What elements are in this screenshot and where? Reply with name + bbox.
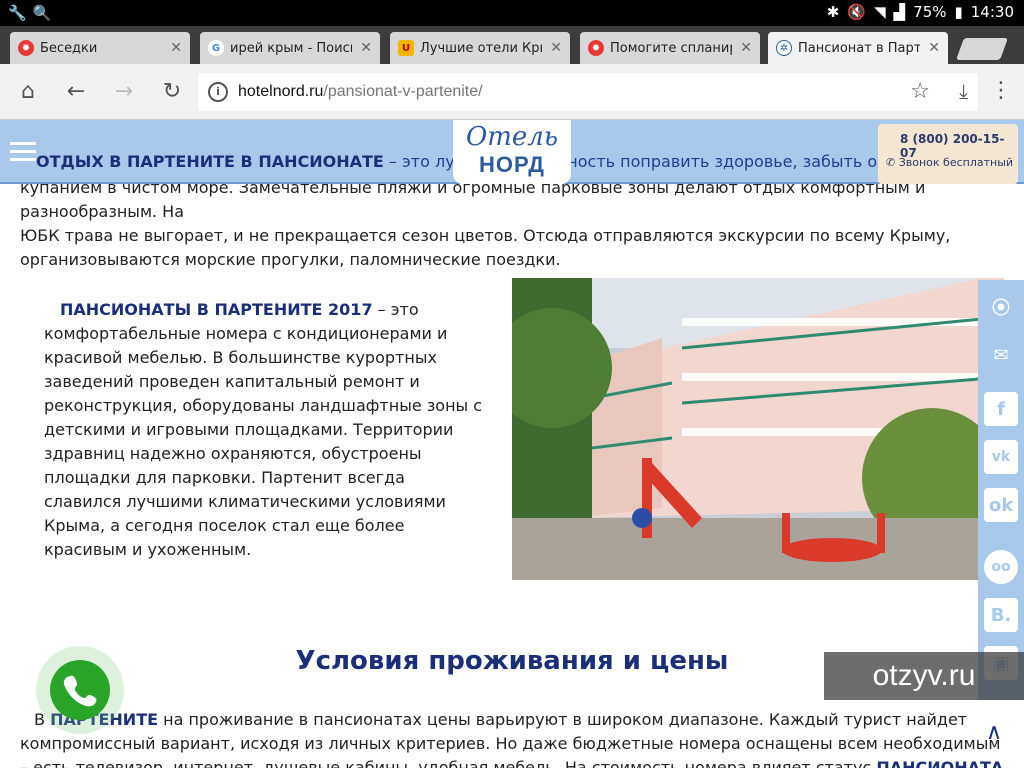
phone-handset-icon (63, 675, 97, 707)
close-icon[interactable]: ✕ (928, 40, 940, 56)
back-icon[interactable]: ← (62, 78, 90, 106)
clock: 14:30 (970, 3, 1014, 21)
mail-icon[interactable]: ✉ (984, 338, 1018, 372)
battery-icon: ▮ (954, 3, 963, 21)
logo-script: Отель (465, 122, 559, 152)
tab-strip: ✹ Беседки ✕ G ирей крым - Поиск ✕ U Лучш… (0, 26, 1024, 64)
address-bar[interactable]: i hotelnord.ru/pansionat-v-partenite/ ☆ … (198, 73, 978, 111)
tab-title: Беседки (40, 40, 98, 56)
browser-toolbar: ⌂ ← → ↻ i hotelnord.ru/pansionat-v-parte… (0, 64, 1024, 120)
download-icon[interactable]: ⤓ (959, 79, 968, 103)
battery-percent: 75% (913, 3, 947, 21)
google-icon: G (208, 40, 224, 56)
hamburger-menu-icon[interactable] (10, 142, 36, 166)
logo-wordmark: НОРД (479, 152, 545, 177)
forward-icon[interactable]: → (110, 78, 138, 106)
phone-icon: ✆ (886, 156, 899, 169)
p2-text: – это комфортабельные номера с кондицион… (44, 300, 483, 559)
url-path: /pansionat-v-partenite/ (323, 83, 483, 100)
call-button[interactable] (50, 660, 110, 720)
scroll-to-top-icon[interactable]: ∧ (986, 720, 1002, 745)
intro-paragraph: купанием в чистом море. Замечательные пл… (20, 176, 1010, 272)
home-icon[interactable]: ⌂ (14, 78, 42, 106)
bluetooth-icon: ✱ (826, 3, 840, 21)
site-header: ОТДЫХ В ПАРТЕНИТЕ В ПАНСИОНАТЕ – это луч… (0, 120, 1024, 184)
pansionat-paragraph: ПАНСИОНАТЫ В ПАРТЕНИТЕ 2017 – это комфор… (44, 298, 484, 562)
map-pin-icon[interactable]: ⦿ (984, 290, 1018, 324)
facebook-icon[interactable]: f (984, 392, 1018, 426)
globe-icon: ✲ (776, 40, 792, 56)
tripadvisor-icon[interactable]: oo (984, 550, 1018, 584)
text-line: ЮБК трава не выгорает, и не прекращается… (20, 226, 951, 245)
phone-box[interactable]: 8 (800) 200-15-07 ✆ Звонок бесплатный (878, 124, 1018, 184)
web-page: купанием в чистом море. Замечательные пл… (0, 120, 1024, 768)
wifi-icon: ◥ (874, 3, 886, 21)
overflow-menu-icon[interactable]: ⋮ (990, 78, 1012, 106)
watermark: otzyv.ru (824, 652, 1024, 700)
search-icon: 🔍 (32, 4, 52, 22)
tab-title: Пансионат в Парте (798, 40, 921, 56)
close-icon[interactable]: ✕ (550, 40, 562, 56)
text-line: организовываются морские прогулки, палом… (20, 250, 561, 269)
tab-title: Лучшие отели Крым (420, 40, 542, 56)
phone-note-text: Звонок бесплатный (898, 156, 1014, 169)
red-gear-icon: ✹ (18, 40, 34, 56)
odnoklassniki-icon[interactable]: ok (984, 488, 1018, 522)
tab-3[interactable]: U Лучшие отели Крым ✕ (390, 32, 570, 64)
u-icon: U (398, 40, 414, 56)
close-icon[interactable]: ✕ (740, 40, 752, 56)
tab-title: Помогите спланиро (610, 40, 733, 56)
p3-start: В (34, 710, 51, 729)
pansionat-photo (512, 278, 1004, 580)
bookmark-star-icon[interactable]: ☆ (910, 79, 930, 104)
p2-bold: ПАНСИОНАТЫ В ПАРТЕНИТЕ 2017 (60, 300, 373, 319)
url-host: hotelnord.ru (238, 83, 324, 100)
vk-icon[interactable]: vk (984, 440, 1018, 474)
tab-2[interactable]: G ирей крым - Поиск ✕ (200, 32, 380, 64)
close-icon[interactable]: ✕ (360, 40, 372, 56)
tab-1[interactable]: ✹ Беседки ✕ (10, 32, 190, 64)
reload-icon[interactable]: ↻ (158, 78, 186, 106)
info-icon[interactable]: i (208, 82, 228, 102)
url-text[interactable]: hotelnord.ru/pansionat-v-partenite/ (238, 83, 483, 101)
tab-5-active[interactable]: ✲ Пансионат в Парте ✕ (768, 32, 948, 64)
social-sidebar: ⦿ ✉ f vk ok oo B. ▣ (978, 280, 1024, 700)
new-tab-button[interactable] (955, 38, 1009, 60)
booking-icon[interactable]: B. (984, 598, 1018, 632)
status-bar: 🔧 🔍 ✱ 🔇 ◥ ▟ 75% ▮ 14:30 (0, 0, 1024, 26)
wrench-icon: 🔧 (8, 4, 27, 22)
tab-title: ирей крым - Поиск (230, 40, 353, 56)
site-logo[interactable]: Отель НОРД (453, 120, 571, 184)
p3-text: на проживание в пансионатах цены варьиру… (20, 710, 1001, 768)
mute-icon: 🔇 (847, 3, 867, 21)
tagline-bold: ОТДЫХ В ПАРТЕНИТЕ В ПАНСИОНАТЕ (36, 152, 384, 171)
phone-note: ✆ Звонок бесплатный (886, 156, 1013, 169)
tab-4[interactable]: ✹ Помогите спланиро ✕ (580, 32, 760, 64)
prices-paragraph: В ПАРТЕНИТЕ на проживание в пансионатах … (20, 708, 1010, 768)
signal-icon: ▟ (893, 3, 906, 21)
close-icon[interactable]: ✕ (170, 40, 182, 56)
red-gear-icon: ✹ (588, 40, 604, 56)
